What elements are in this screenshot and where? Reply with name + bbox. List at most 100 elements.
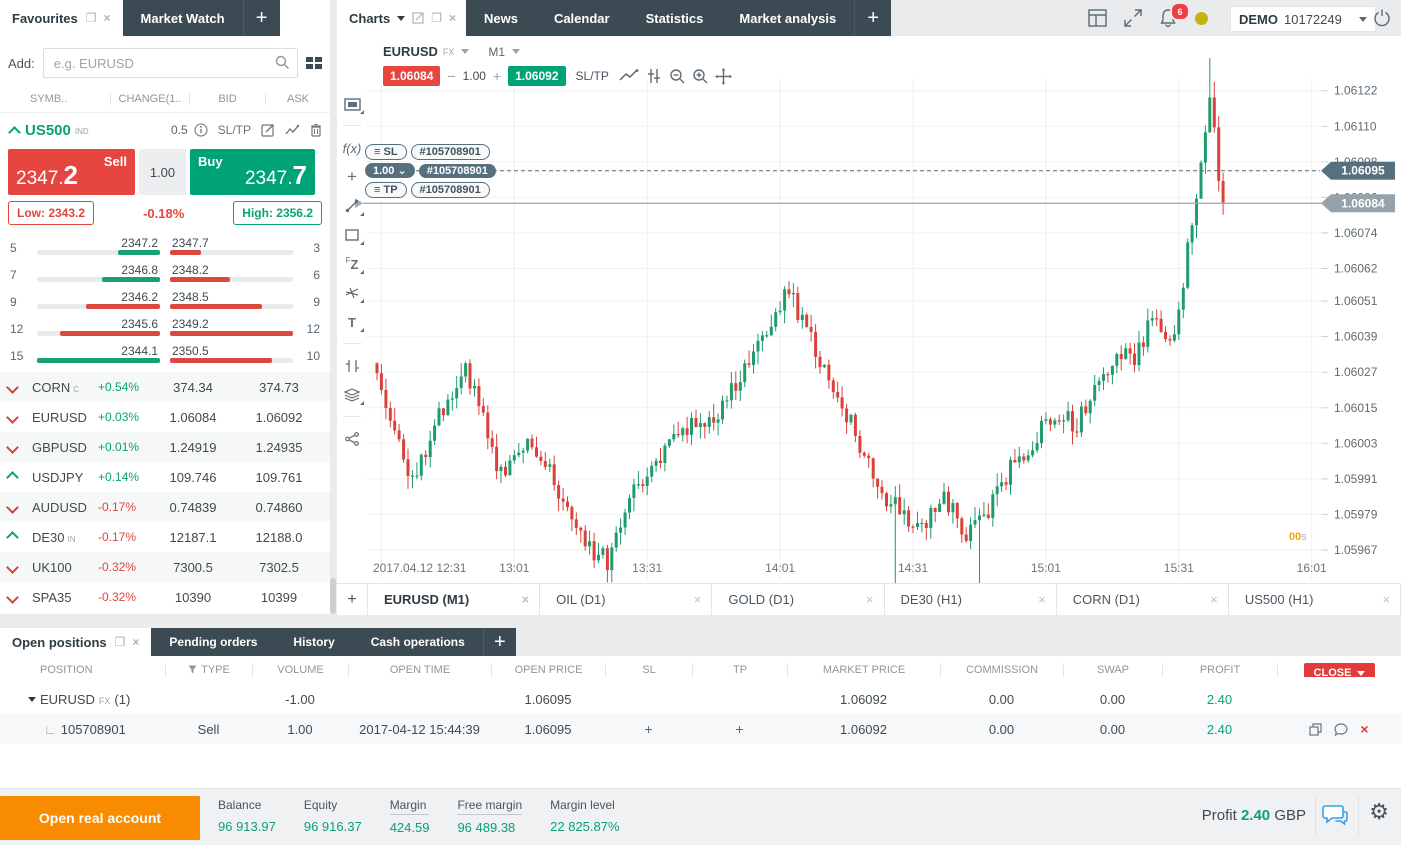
- sltp-button[interactable]: SL/TP: [576, 69, 609, 83]
- symbol-bid[interactable]: 10390: [150, 590, 236, 605]
- col-ask[interactable]: ASK: [265, 93, 330, 105]
- close-icon[interactable]: ×: [1038, 592, 1046, 607]
- tab-favourites[interactable]: Favourites ❐ ×: [0, 0, 123, 36]
- close-icon[interactable]: ×: [866, 592, 874, 607]
- tab-market-watch[interactable]: Market Watch: [123, 0, 243, 36]
- symbol-ask[interactable]: 7302.5: [236, 560, 322, 575]
- layout-icon[interactable]: [1088, 9, 1107, 27]
- watchlist-scrollbar[interactable]: [330, 578, 336, 614]
- text-tool-icon[interactable]: T: [342, 314, 362, 330]
- new-chart-button[interactable]: +: [337, 584, 368, 615]
- comment-icon[interactable]: [1334, 723, 1348, 736]
- symbol-row-de30[interactable]: DE30IN-0.17%12187.112188.0: [0, 522, 330, 552]
- col-commission[interactable]: COMMISSION: [940, 663, 1063, 677]
- nav-tab-calendar[interactable]: Calendar: [536, 0, 628, 36]
- symbol-bid[interactable]: 374.34: [150, 380, 236, 395]
- symbol-bid[interactable]: 109.746: [150, 470, 236, 485]
- timeframe[interactable]: M1: [488, 45, 505, 59]
- symbol-ask[interactable]: 1.24935: [236, 440, 322, 455]
- popout-icon[interactable]: ❐: [115, 635, 126, 649]
- symbol-bid[interactable]: 12187.1: [150, 530, 236, 545]
- nav-tab-statistics[interactable]: Statistics: [628, 0, 722, 36]
- quick-buy-button[interactable]: 1.06092: [508, 66, 565, 86]
- nav-tab-market-analysis[interactable]: Market analysis: [721, 0, 854, 36]
- edit-layout-icon[interactable]: [412, 12, 424, 24]
- popout-icon[interactable]: ❐: [86, 11, 97, 25]
- account-selector[interactable]: DEMO 10172249: [1230, 6, 1376, 32]
- ticket-pill[interactable]: #105708901: [419, 164, 496, 178]
- view-mode-icon[interactable]: [306, 57, 322, 69]
- sell-button[interactable]: Sell 2347.2: [8, 149, 135, 195]
- add-tab-button[interactable]: +: [243, 0, 280, 36]
- close-icon[interactable]: ×: [132, 635, 139, 649]
- col-symbol[interactable]: SYMB..: [0, 93, 110, 105]
- col-tp[interactable]: TP: [692, 663, 787, 677]
- symbol-row-corn[interactable]: CORNC+0.54%374.34374.73: [0, 372, 330, 402]
- indicators-fx-icon[interactable]: f(x): [342, 140, 362, 156]
- col-position[interactable]: POSITION: [0, 663, 165, 677]
- volume-minus-button[interactable]: −: [447, 68, 455, 84]
- timeframe-dropdown-icon[interactable]: [512, 49, 520, 54]
- info-icon[interactable]: [194, 123, 208, 137]
- open-real-account-button[interactable]: Open real account: [0, 796, 200, 840]
- volume-plus-button[interactable]: +: [493, 68, 501, 84]
- fibonacci-tool-icon[interactable]: FZ: [342, 256, 362, 272]
- close-icon[interactable]: ×: [1210, 592, 1218, 607]
- chart-tab-oil-d1-[interactable]: OIL (D1)×: [540, 584, 712, 615]
- col-bid[interactable]: BID: [189, 93, 265, 105]
- chart-tab-us500-h1-[interactable]: US500 (H1)×: [1229, 584, 1401, 615]
- symbol-row-gbpusd[interactable]: GBPUSD+0.01%1.249191.24935: [0, 432, 330, 462]
- chart-icon[interactable]: [285, 124, 300, 137]
- logout-power-icon[interactable]: [1372, 8, 1392, 28]
- tp-pill[interactable]: ≡ TP: [365, 182, 407, 198]
- col-profit[interactable]: PROFIT: [1162, 663, 1277, 677]
- volume-pill[interactable]: 1.00 ⌄: [365, 163, 415, 178]
- expand-caret-icon[interactable]: [28, 697, 36, 702]
- positions-tab-history[interactable]: History: [275, 628, 352, 656]
- symbol-bid[interactable]: 0.74839: [150, 500, 236, 515]
- symbol-dropdown-icon[interactable]: [461, 49, 469, 54]
- add-panel-button[interactable]: +: [854, 0, 891, 36]
- zoom-out-icon[interactable]: [669, 68, 685, 84]
- sl-ticket-pill[interactable]: #105708901: [411, 144, 490, 160]
- pan-crosshair-icon[interactable]: [715, 68, 732, 85]
- chart-symbol[interactable]: EURUSD: [383, 44, 438, 59]
- symbol-row-uk100[interactable]: UK100-0.32%7300.57302.5: [0, 552, 330, 582]
- col-open-time[interactable]: OPEN TIME: [348, 663, 491, 677]
- add-panel-button[interactable]: +: [483, 628, 516, 656]
- close-all-button[interactable]: CLOSE: [1304, 663, 1376, 677]
- compare-icon[interactable]: [342, 358, 362, 374]
- quick-sell-button[interactable]: 1.06084: [383, 66, 440, 86]
- col-open-price[interactable]: OPEN PRICE: [491, 663, 605, 677]
- pitchfork-tool-icon[interactable]: [342, 285, 362, 301]
- symbol-bid[interactable]: 1.24919: [150, 440, 236, 455]
- dom-row[interactable]: 152344.12350.510: [0, 339, 330, 366]
- symbol-ask[interactable]: 10399: [236, 590, 322, 605]
- symbol-bid[interactable]: 1.06084: [150, 410, 236, 425]
- nav-tab-news[interactable]: News: [466, 0, 536, 36]
- charts-dropdown-icon[interactable]: [397, 16, 405, 21]
- notifications-bell[interactable]: 6: [1158, 8, 1178, 31]
- col-sl[interactable]: SL: [605, 663, 692, 677]
- dom-row[interactable]: 52347.22347.73: [0, 231, 330, 258]
- settings-gear-icon[interactable]: ⚙: [1369, 799, 1389, 825]
- close-icon[interactable]: ×: [1382, 592, 1390, 607]
- position-row[interactable]: EURUSDFX(1)-1.001.060951.060920.000.002.…: [0, 684, 1401, 714]
- symbol-row-usdjpy[interactable]: USDJPY+0.14%109.746109.761: [0, 462, 330, 492]
- sl-pill[interactable]: ≡ SL: [365, 144, 407, 160]
- tp-cell[interactable]: +: [692, 721, 787, 737]
- featured-symbol[interactable]: US500: [25, 122, 71, 139]
- duplicate-icon[interactable]: [1309, 723, 1322, 736]
- collapse-chevron-icon[interactable]: [8, 126, 21, 139]
- positions-tab-pending-orders[interactable]: Pending orders: [151, 628, 275, 656]
- zoom-in-icon[interactable]: [692, 68, 708, 84]
- col-swap[interactable]: SWAP: [1063, 663, 1162, 677]
- chart-tab-gold-d1-[interactable]: GOLD (D1)×: [712, 584, 884, 615]
- dom-row[interactable]: 72346.82348.26: [0, 258, 330, 285]
- symbol-ask[interactable]: 109.761: [236, 470, 322, 485]
- sltp-button[interactable]: SL/TP: [218, 123, 251, 137]
- close-icon[interactable]: ×: [694, 592, 702, 607]
- col-change[interactable]: CHANGE(1..: [110, 93, 189, 105]
- candlestick-chart[interactable]: 1.061221.061101.060981.060861.060741.060…: [337, 36, 1401, 617]
- buy-button[interactable]: Buy 2347.7: [190, 149, 315, 195]
